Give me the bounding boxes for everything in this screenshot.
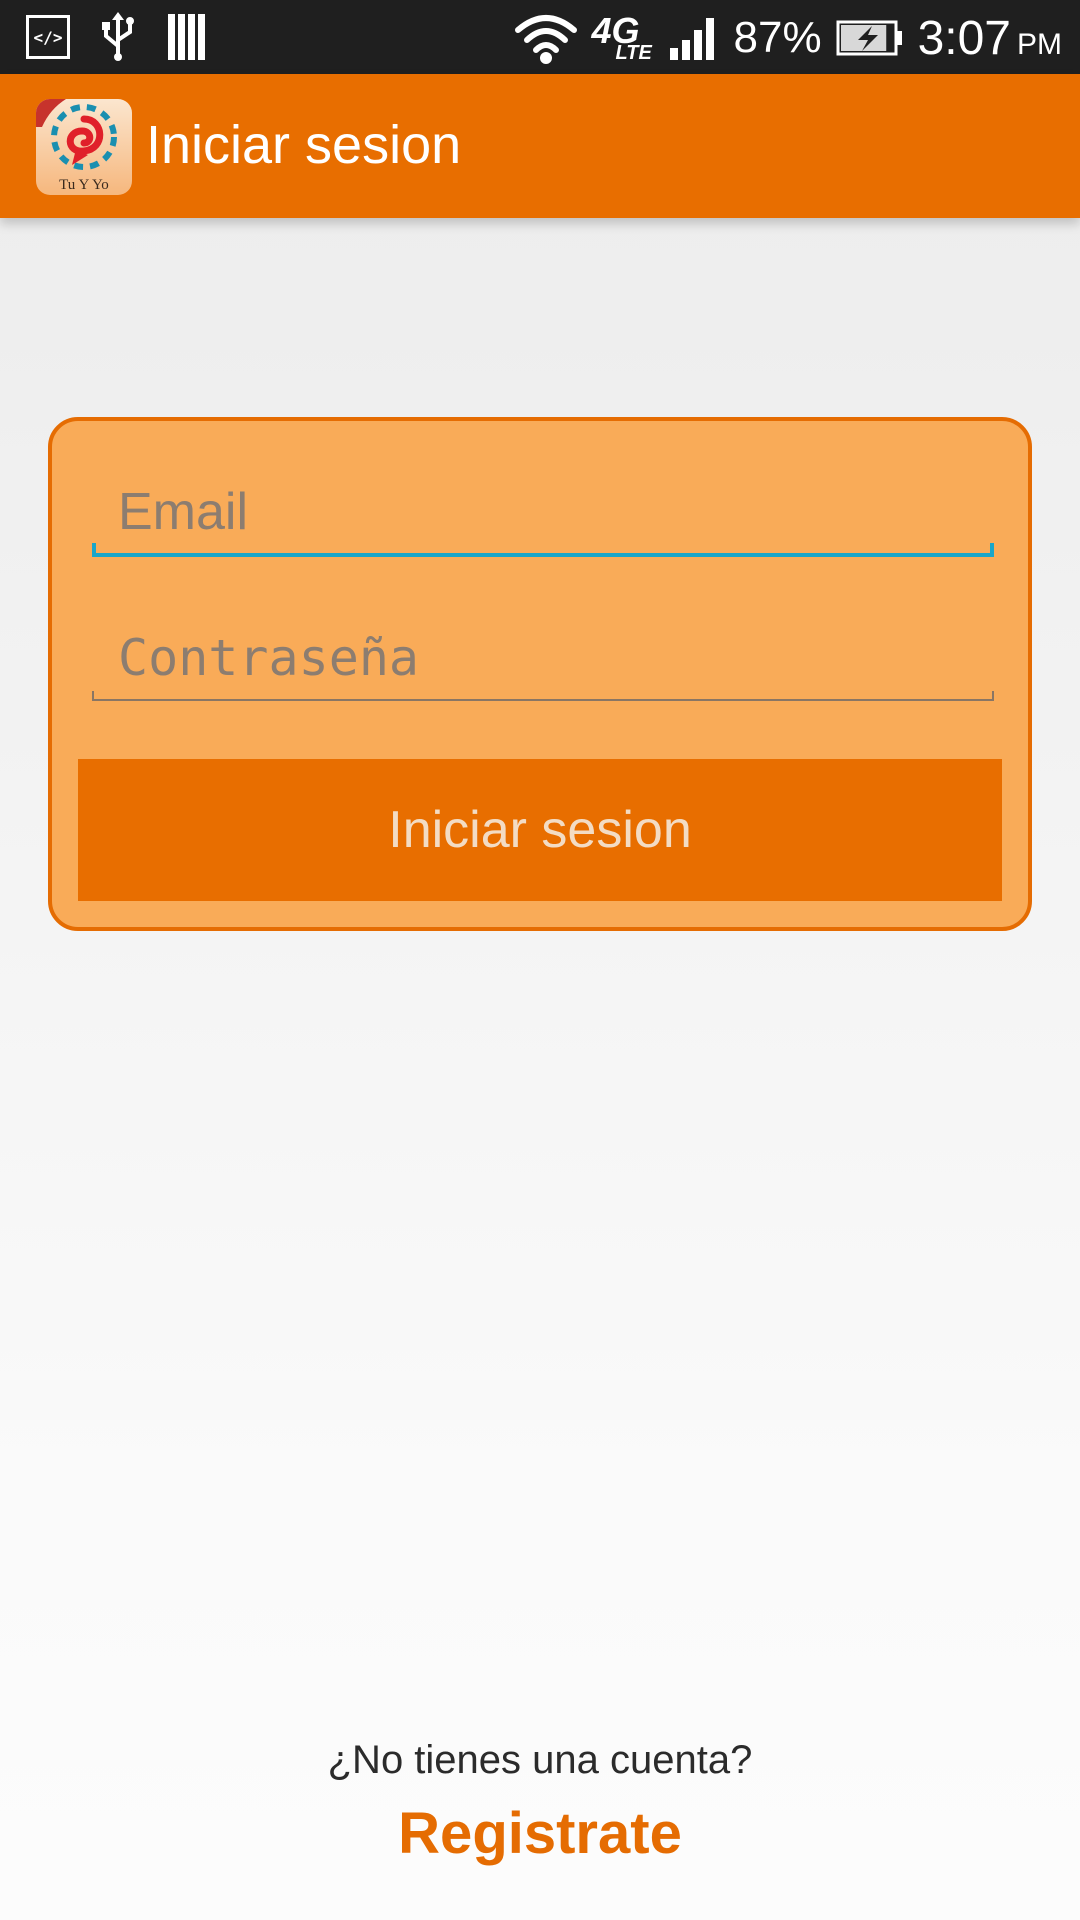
app-bar: Tu Y Yo Iniciar sesion — [0, 74, 1080, 218]
login-card: Iniciar sesion — [48, 417, 1032, 931]
app-title: Iniciar sesion — [146, 115, 462, 175]
app-logo-image: Tu Y Yo — [36, 99, 132, 195]
clock-time: 3:07 — [917, 11, 1011, 65]
status-bar: </> 4G LTE 87% 3:07 PM — [0, 0, 1080, 74]
battery-percent: 87% — [733, 13, 822, 62]
status-left-icons: </> — [26, 10, 210, 64]
password-field[interactable] — [92, 617, 994, 701]
clock-ampm: PM — [1017, 27, 1062, 61]
network-lte-label: LTE — [615, 42, 652, 64]
email-input[interactable] — [92, 471, 994, 553]
email-field[interactable] — [92, 471, 994, 557]
developer-mode-icon: </> — [26, 15, 70, 59]
signal-bars-icon — [669, 18, 714, 60]
login-button[interactable]: Iniciar sesion — [78, 759, 1002, 901]
status-right-icons: 4G LTE 87% 3:07 PM — [514, 6, 1062, 70]
battery-charging-icon — [836, 20, 902, 56]
network-type-indicator: 4G LTE — [592, 10, 654, 64]
wifi-icon — [514, 15, 577, 64]
usb-icon — [102, 12, 134, 61]
no-account-prompt: ¿No tienes una cuenta? — [327, 1738, 753, 1782]
register-link[interactable]: Registrate — [0, 1800, 1080, 1867]
app-logo-text: Tu Y Yo — [59, 177, 109, 193]
password-input[interactable] — [92, 617, 994, 699]
app-logo: Tu Y Yo — [36, 99, 132, 195]
storage-bars-icon — [168, 14, 205, 60]
clock: 3:07 PM — [918, 11, 1062, 66]
